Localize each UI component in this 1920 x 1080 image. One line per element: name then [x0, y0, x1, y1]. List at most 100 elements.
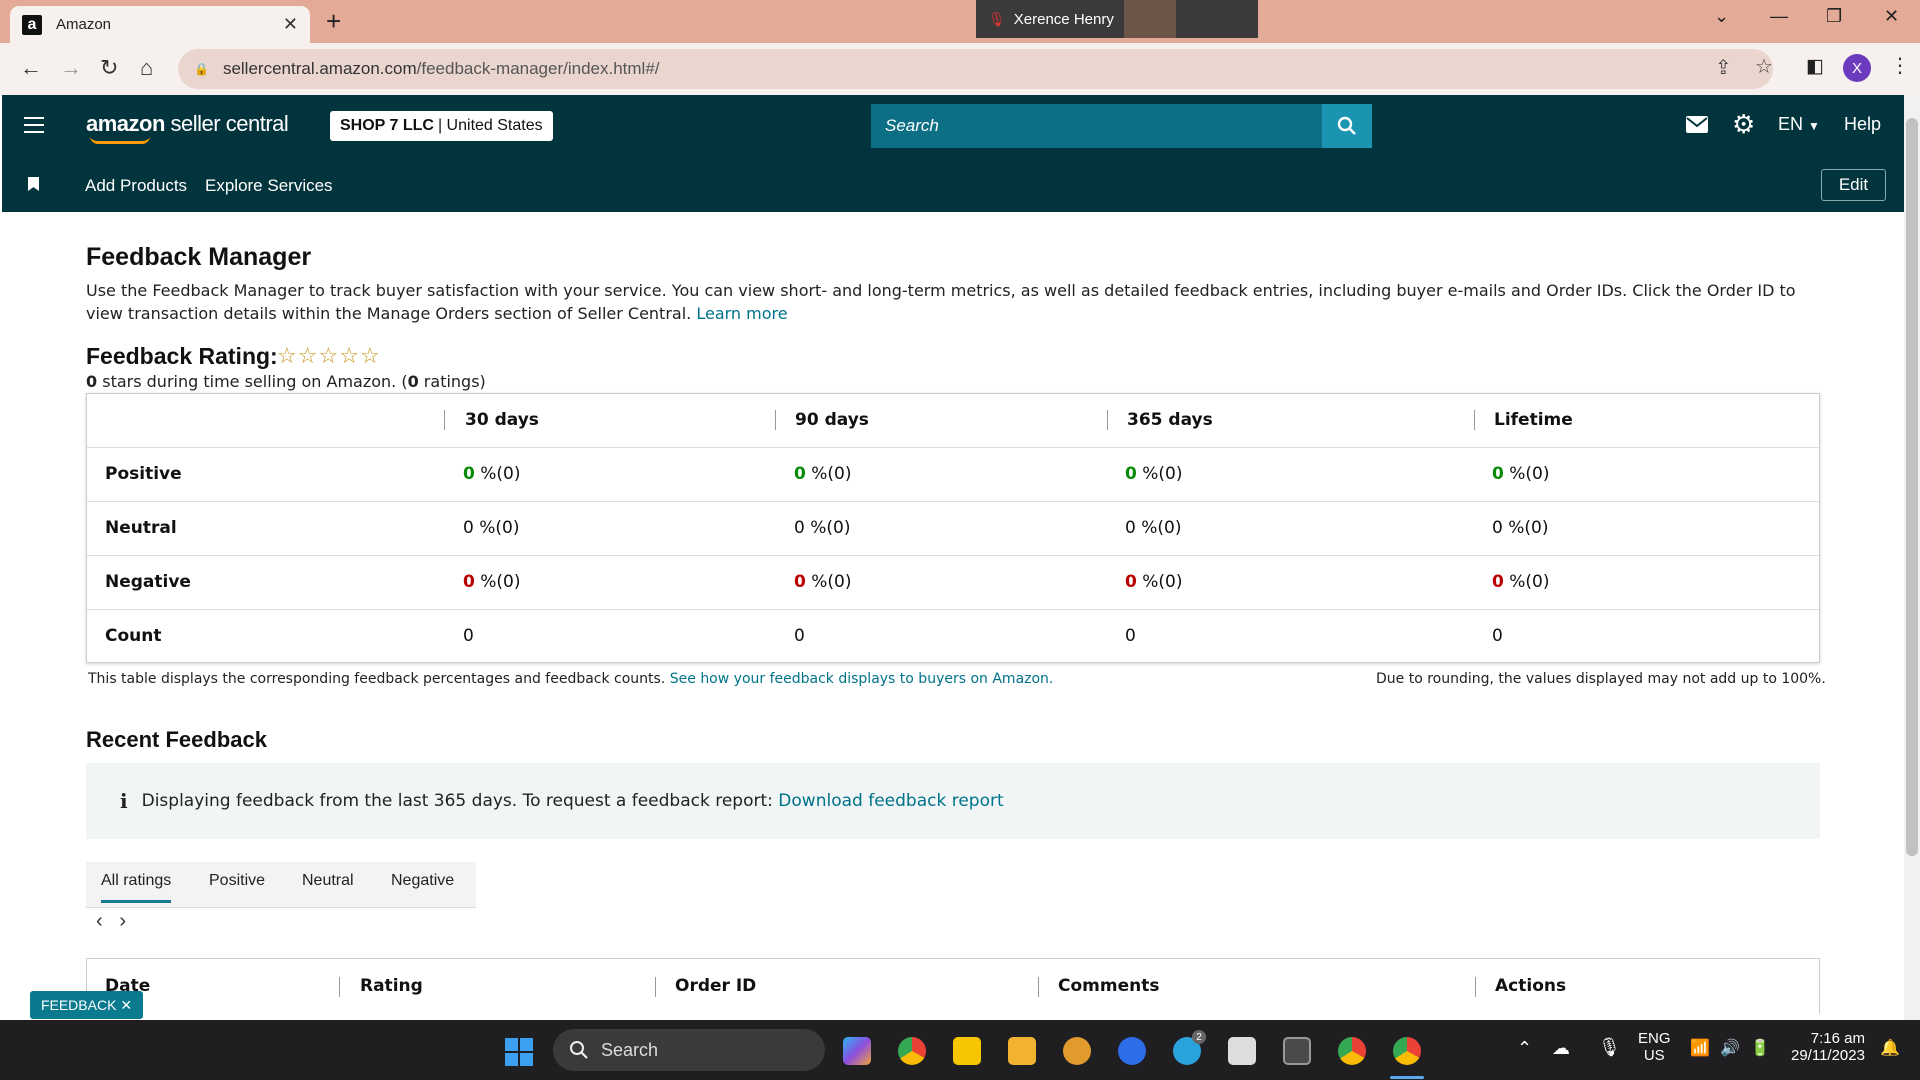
star-empty-icon: ☆	[297, 343, 319, 368]
zoom-icon[interactable]	[1118, 1037, 1146, 1065]
tab-title: Amazon	[56, 16, 112, 33]
description-text: Use the Feedback Manager to track buyer …	[86, 281, 1796, 323]
minimize-icon[interactable]: —	[1770, 6, 1788, 27]
home-icon[interactable]: ⌂	[140, 55, 153, 81]
nav-explore-services[interactable]: Explore Services	[205, 176, 333, 196]
taskbar-search-label: Search	[601, 1039, 659, 1060]
language-label: EN	[1778, 114, 1804, 134]
positive-lifetime: 0 %(0)	[1492, 464, 1550, 484]
hamburger-menu-icon[interactable]	[24, 117, 44, 138]
help-link[interactable]: Help	[1844, 114, 1881, 135]
close-window-icon[interactable]: ✕	[1884, 6, 1899, 27]
info-icon: i	[120, 789, 128, 813]
restore-icon[interactable]: ❐	[1826, 6, 1842, 27]
browser-tab[interactable]: a Amazon ✕	[10, 6, 310, 43]
snipping-tool-icon[interactable]	[1228, 1037, 1256, 1065]
app-icon[interactable]	[1063, 1037, 1091, 1065]
url-bar[interactable]: 🔒 sellercentral.amazon.com/feedback-mana…	[178, 49, 1773, 89]
url-domain: sellercentral.amazon.com	[222, 59, 417, 78]
language-indicator[interactable]: ENG US	[1638, 1030, 1671, 1064]
close-tab-icon[interactable]: ✕	[283, 14, 298, 35]
table-footnote: This table displays the corresponding fe…	[88, 671, 1053, 687]
browser-menu-icon[interactable]: ⋮	[1890, 53, 1910, 78]
search-button[interactable]	[1322, 104, 1372, 148]
star-empty-icon: ☆	[359, 343, 381, 368]
close-icon[interactable]: ✕	[120, 997, 132, 1014]
new-tab-button[interactable]: +	[326, 6, 341, 36]
tab-positive[interactable]: Positive	[209, 872, 265, 900]
side-panel-icon[interactable]: ◧	[1806, 55, 1824, 78]
rating-summary-text: stars during time selling on Amazon. (	[97, 372, 408, 391]
info-alert: i Displaying feedback from the last 365 …	[86, 763, 1820, 839]
col-rating[interactable]: Rating	[360, 976, 423, 996]
windows-taskbar: Search 2 ⌃ ☁ 🎙 ENG US 📶 🔊 🔋 7:16 am 29/1…	[0, 1020, 1920, 1080]
chevron-up-icon[interactable]: ⌃	[1517, 1038, 1532, 1059]
wifi-icon[interactable]: 📶	[1690, 1038, 1710, 1058]
calculator-icon[interactable]	[1283, 1037, 1311, 1065]
bookmark-icon[interactable]	[28, 177, 39, 191]
rating-summary-stars: 0	[86, 372, 98, 391]
onedrive-icon[interactable]: ☁	[1552, 1038, 1570, 1059]
sticky-notes-icon[interactable]	[953, 1037, 981, 1065]
table-row-neutral: Neutral 0 %(0) 0 %(0) 0 %(0) 0 %(0)	[87, 502, 1819, 556]
windows-start-icon[interactable]	[505, 1038, 533, 1066]
reload-icon[interactable]: ↻	[100, 55, 118, 81]
settings-gear-icon[interactable]: ⚙	[1732, 109, 1755, 140]
neutral-30: 0 %(0)	[463, 518, 520, 538]
url-path: /feedback-manager/index.html#/	[416, 59, 660, 78]
col-order-id[interactable]: Order ID	[675, 976, 756, 996]
forward-icon[interactable]: →	[60, 55, 82, 81]
learn-more-link[interactable]: Learn more	[696, 304, 787, 323]
nav-add-products[interactable]: Add Products	[85, 176, 187, 196]
tab-all-ratings[interactable]: All ratings	[101, 872, 172, 903]
count-30: 0	[463, 626, 474, 646]
seller-central-logo[interactable]: amazon seller central	[86, 111, 289, 144]
rating-summary: 0 stars during time selling on Amazon. (…	[86, 370, 486, 393]
col-comments[interactable]: Comments	[1058, 976, 1159, 996]
microphone-icon[interactable]: 🎙	[1598, 1037, 1621, 1058]
shortcut-nav-bar: Add Products Explore Services Edit	[2, 157, 1906, 212]
copilot-icon[interactable]	[843, 1037, 871, 1065]
scrollbar-thumb[interactable]	[1906, 118, 1918, 856]
notification-bell-icon[interactable]: 🔔	[1880, 1038, 1900, 1058]
chevron-left-icon[interactable]: ‹	[96, 910, 103, 932]
volume-icon[interactable]: 🔊	[1720, 1038, 1740, 1058]
chrome-icon[interactable]	[898, 1037, 926, 1065]
search-input[interactable]: Search	[871, 104, 1324, 148]
table-row-count: Count 0 0 0 0	[87, 610, 1819, 662]
file-explorer-icon[interactable]	[1008, 1037, 1036, 1065]
back-icon[interactable]: ←	[20, 55, 42, 81]
table-header-row: 30 days 90 days 365 days Lifetime	[87, 394, 1819, 448]
feedback-display-link[interactable]: See how your feedback displays to buyers…	[670, 671, 1054, 687]
tab-negative[interactable]: Negative	[391, 872, 454, 900]
mail-icon[interactable]	[1686, 113, 1708, 139]
positive-30: 0 %(0)	[463, 464, 521, 484]
share-icon[interactable]: ⇪	[1715, 55, 1732, 80]
row-label: Negative	[105, 572, 191, 592]
video-call-overlay[interactable]: 🎙 Xerence Henry	[976, 0, 1258, 38]
tab-neutral[interactable]: Neutral	[302, 872, 354, 900]
row-label: Count	[105, 626, 162, 646]
taskbar-search[interactable]: Search	[553, 1029, 825, 1071]
language-selector[interactable]: EN ▼	[1778, 114, 1820, 135]
col-actions: Actions	[1495, 976, 1567, 996]
bookmark-star-icon[interactable]: ☆	[1755, 54, 1773, 79]
lock-icon: 🔒	[194, 62, 209, 76]
count-90: 0	[794, 626, 805, 646]
battery-icon[interactable]: 🔋	[1750, 1038, 1770, 1058]
profile-avatar[interactable]: X	[1843, 54, 1871, 82]
store-selector[interactable]: SHOP 7 LLC | United States	[330, 111, 553, 141]
chrome-active-icon[interactable]	[1393, 1037, 1421, 1065]
tab-search-icon[interactable]: ⌄	[1714, 6, 1729, 27]
edit-button[interactable]: Edit	[1821, 169, 1886, 201]
download-report-link[interactable]: Download feedback report	[778, 791, 1003, 811]
recent-feedback-title: Recent Feedback	[86, 727, 267, 752]
amazon-favicon-icon: a	[22, 14, 42, 35]
clock[interactable]: 7:16 am 29/11/2023	[1791, 1030, 1865, 1064]
chrome-profile-icon[interactable]	[1338, 1037, 1366, 1065]
col-365-days: 365 days	[1127, 410, 1213, 430]
chevron-right-icon[interactable]: ›	[119, 910, 126, 932]
feedback-tab-button[interactable]: FEEDBACK ✕	[30, 991, 143, 1019]
star-empty-icon: ☆	[339, 343, 360, 368]
mic-muted-icon: 🎙	[988, 10, 1006, 27]
